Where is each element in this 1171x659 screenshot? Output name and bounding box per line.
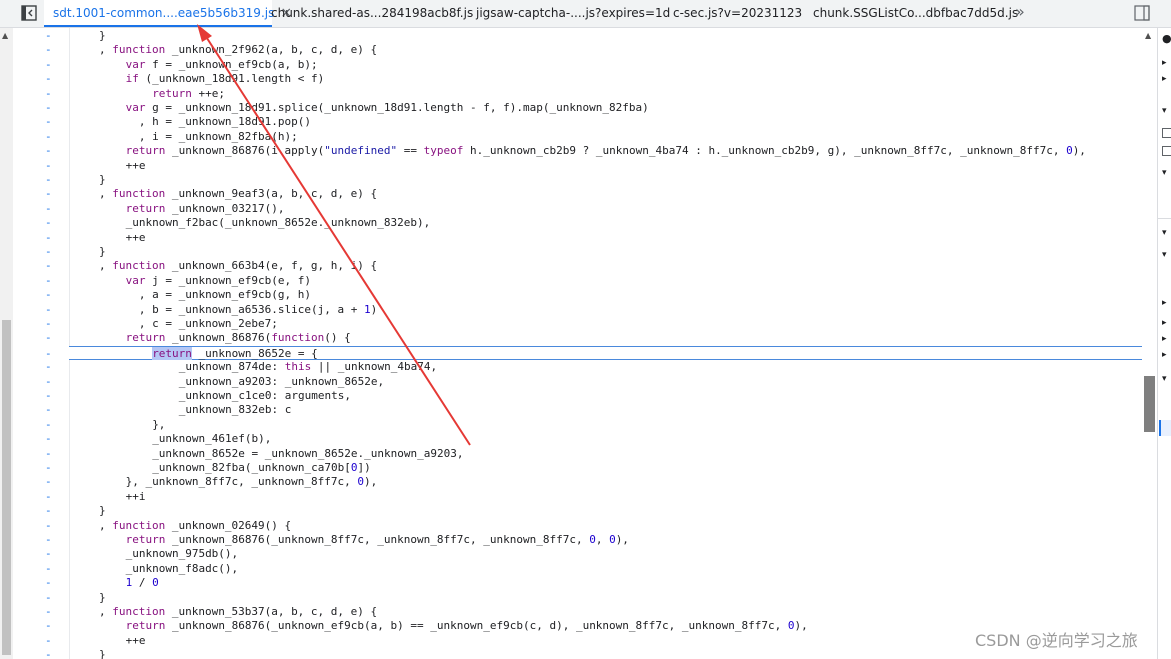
- arrow-shaft: [202, 31, 471, 446]
- arrow-head: [197, 24, 212, 42]
- annotation-arrow: [197, 24, 471, 446]
- watermark: CSDN @逆向学习之旅: [975, 631, 1138, 650]
